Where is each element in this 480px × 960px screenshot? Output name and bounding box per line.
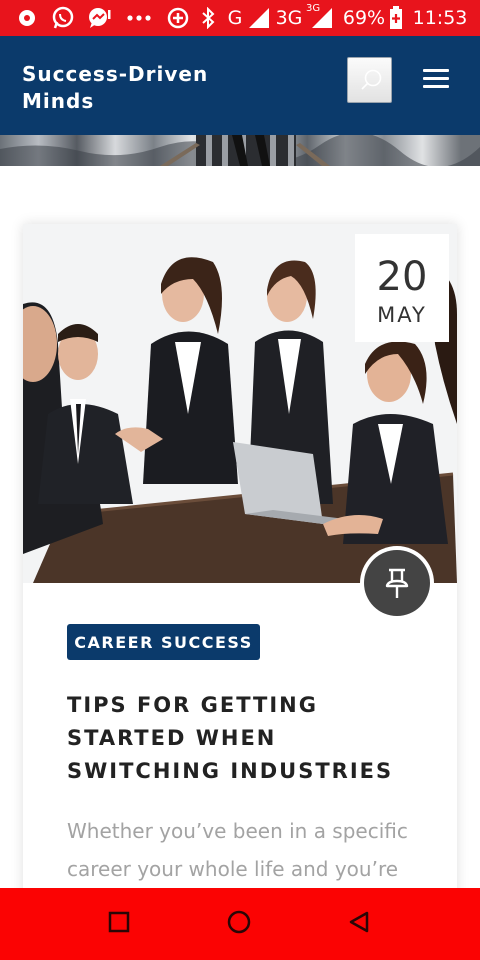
bluetooth-icon bbox=[196, 0, 220, 36]
blog-post-card[interactable]: 20 MAY CAREER SUCCESS TIPS FOR GETTING S… bbox=[23, 224, 457, 960]
square-recents-icon bbox=[108, 911, 130, 937]
search-icon bbox=[358, 67, 384, 97]
post-format-badge bbox=[360, 546, 434, 620]
post-excerpt: Whether you’ve been in a specific career… bbox=[67, 819, 408, 881]
battery-icon bbox=[387, 0, 405, 36]
post-date-day: 20 bbox=[376, 254, 428, 300]
signal-icon: 3G bbox=[306, 0, 336, 36]
hamburger-menu-button[interactable] bbox=[421, 66, 453, 90]
signal-icon bbox=[246, 0, 272, 36]
post-date-month: MAY bbox=[377, 303, 427, 327]
whatsapp-icon bbox=[48, 0, 78, 36]
post-category-tag[interactable]: CAREER SUCCESS bbox=[67, 624, 260, 660]
hero-image bbox=[0, 135, 480, 166]
network-type-label: G bbox=[227, 7, 243, 29]
more-dots-icon bbox=[124, 0, 154, 36]
triangle-back-icon bbox=[347, 910, 371, 938]
network-type-label: 3G bbox=[275, 7, 303, 29]
home-button[interactable] bbox=[199, 888, 279, 960]
messenger-icon bbox=[84, 0, 114, 36]
post-date-badge: 20 MAY bbox=[355, 234, 449, 342]
search-button[interactable] bbox=[347, 57, 392, 103]
pushpin-icon bbox=[364, 550, 430, 616]
clock: 11:53 bbox=[412, 7, 468, 29]
data-saver-icon bbox=[164, 0, 192, 36]
hamburger-menu-icon bbox=[421, 66, 453, 90]
post-title[interactable]: TIPS FOR GETTING STARTED WHEN SWITCHING … bbox=[67, 689, 427, 788]
network-type-small-label: 3G bbox=[306, 3, 321, 14]
system-nav-bar bbox=[0, 888, 480, 960]
back-button[interactable] bbox=[319, 888, 399, 960]
post-featured-image[interactable]: 20 MAY bbox=[23, 224, 457, 583]
notification-icon bbox=[14, 0, 40, 36]
recents-button[interactable] bbox=[79, 888, 159, 960]
status-bar: G 3G 3G 69% 11:53 bbox=[0, 0, 480, 36]
site-title[interactable]: Success-Driven Minds bbox=[22, 61, 252, 115]
battery-percent: 69% bbox=[342, 7, 386, 29]
circle-home-icon bbox=[226, 909, 252, 939]
site-header: Success-Driven Minds bbox=[0, 36, 480, 135]
